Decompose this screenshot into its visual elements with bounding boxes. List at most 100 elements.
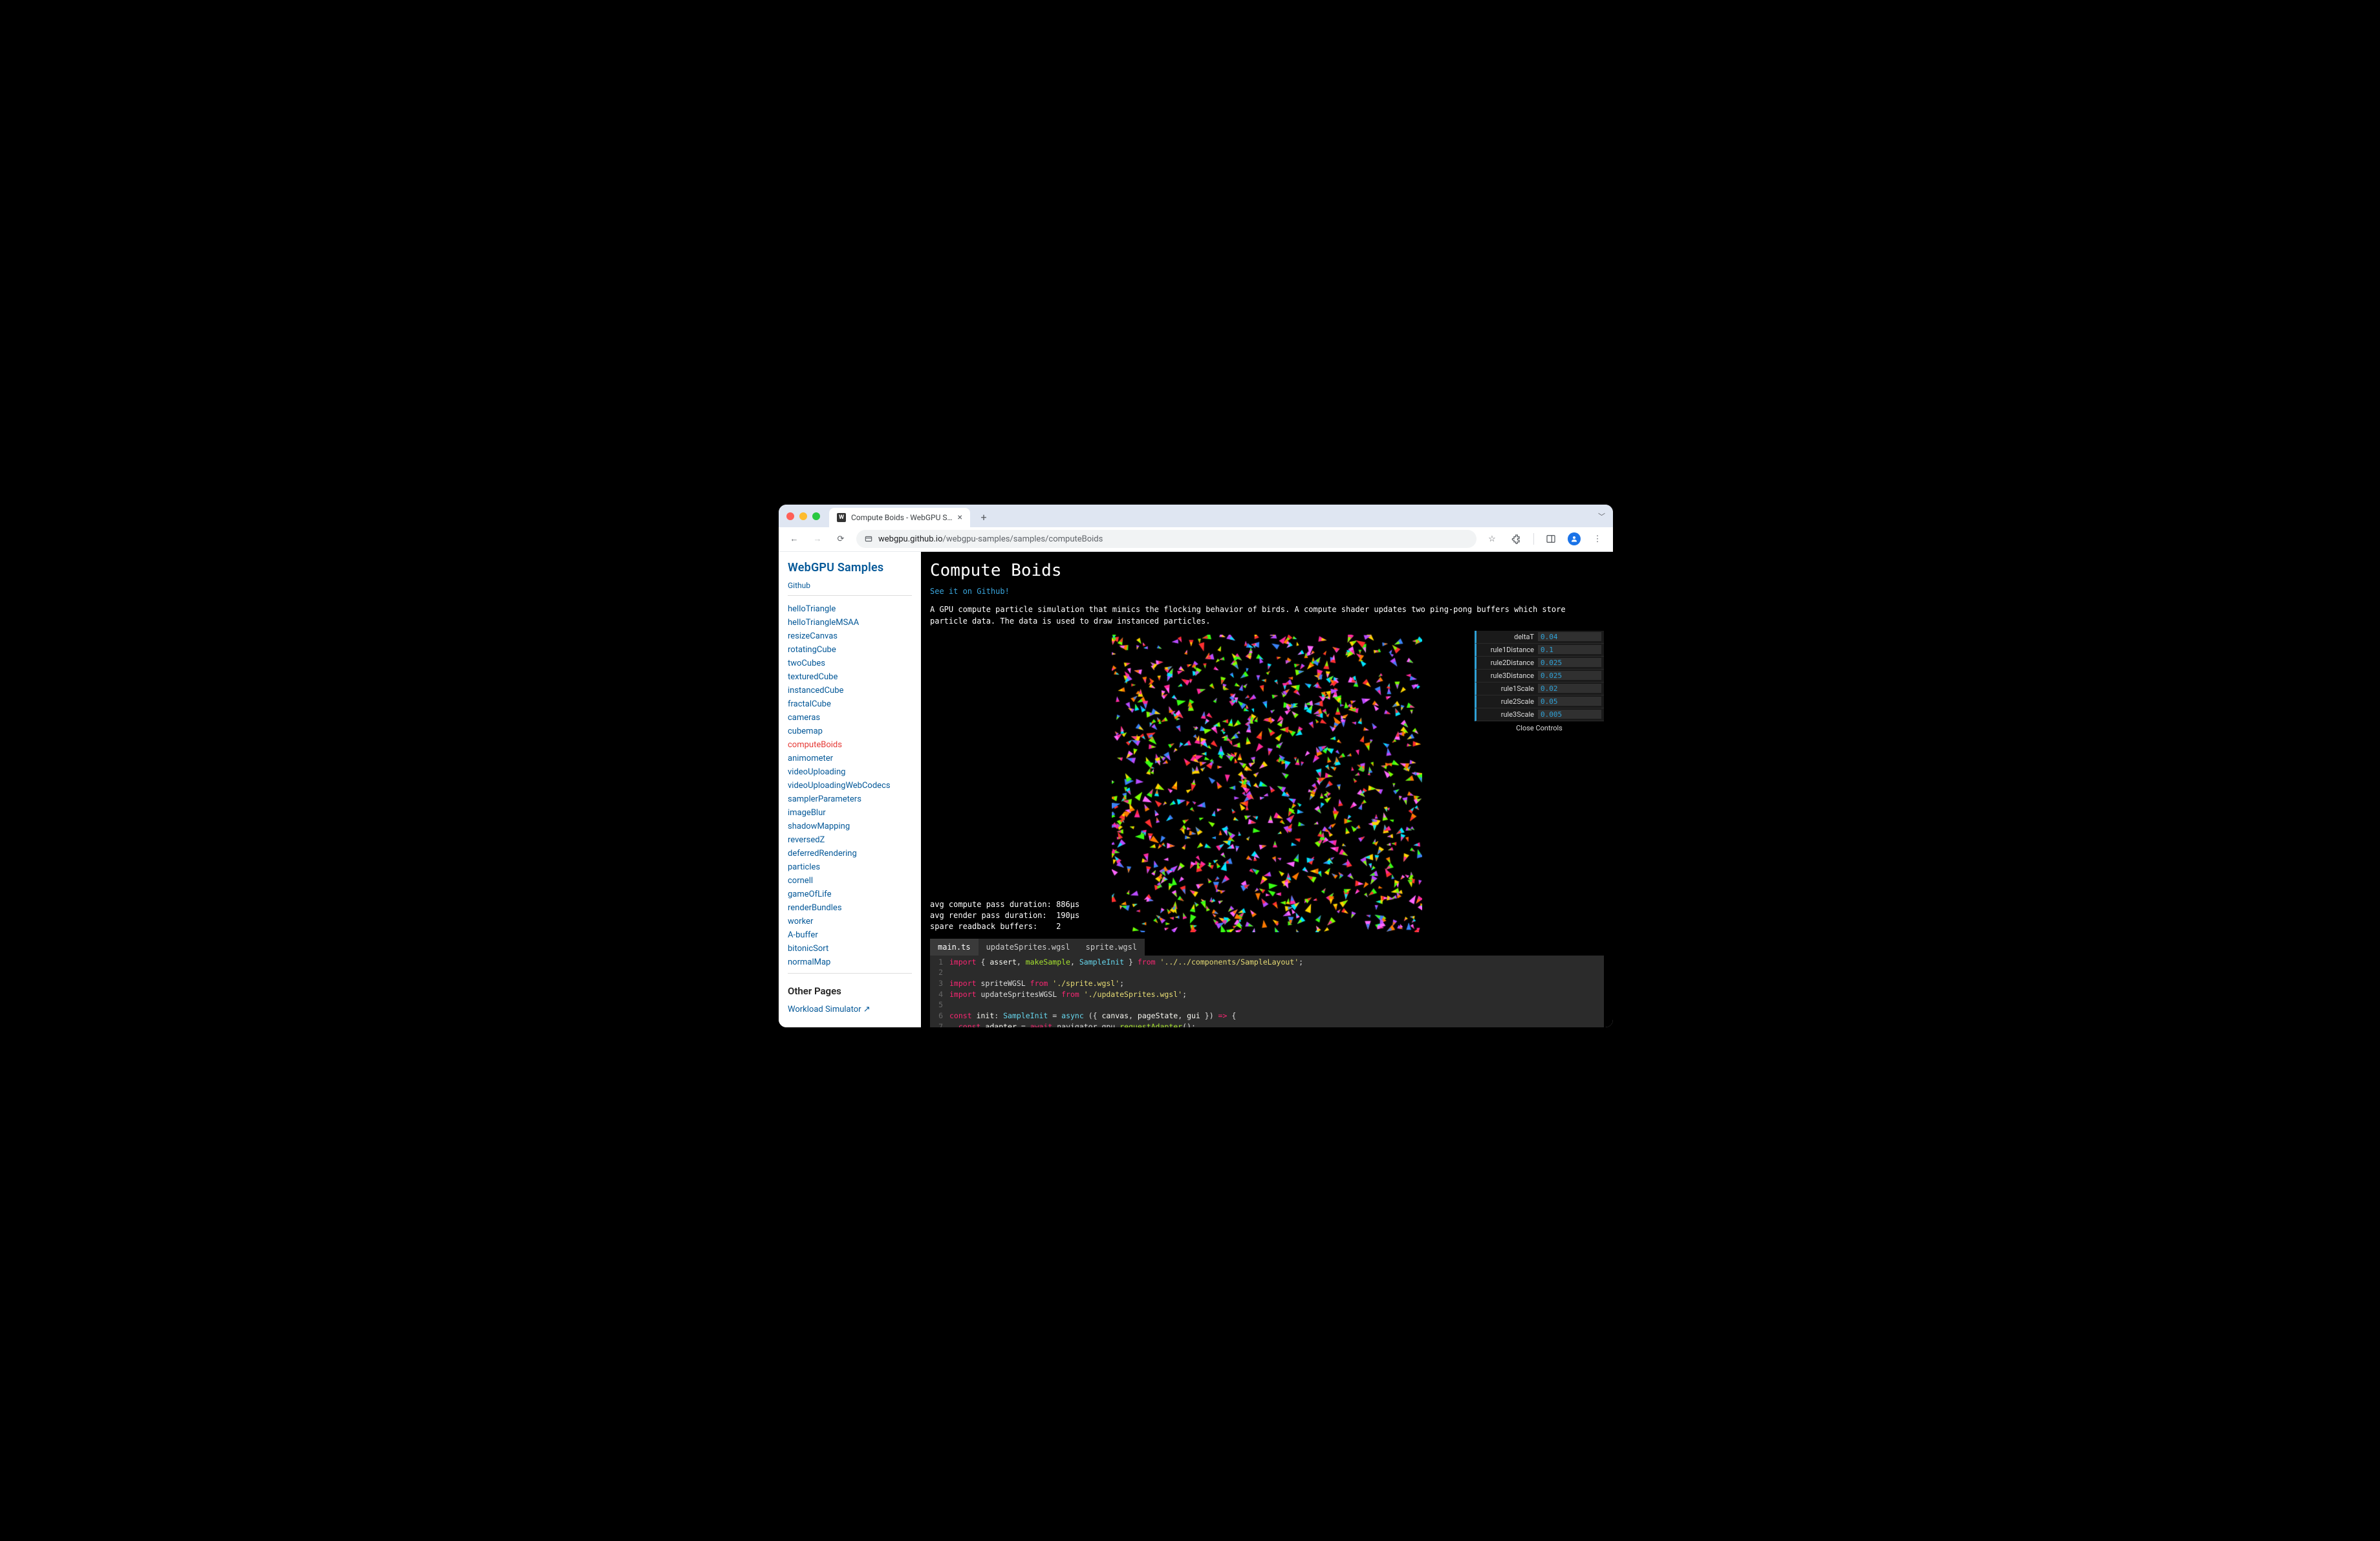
- menu-icon[interactable]: ⋮: [1590, 531, 1605, 547]
- sidebar-item-cameras[interactable]: cameras: [788, 711, 912, 725]
- forward-button[interactable]: →: [810, 531, 825, 547]
- sidebar-item-twoCubes[interactable]: twoCubes: [788, 657, 912, 670]
- code-line: 5: [930, 1000, 1604, 1011]
- page-description: A GPU compute particle simulation that m…: [930, 604, 1604, 627]
- sidebar-item-bitonicSort[interactable]: bitonicSort: [788, 942, 912, 956]
- sidebar-item-normalMap[interactable]: normalMap: [788, 956, 912, 969]
- sidebar-item-rotatingCube[interactable]: rotatingCube: [788, 643, 912, 657]
- sidebar-item-fractalCube[interactable]: fractalCube: [788, 697, 912, 711]
- control-rule1Distance: rule1Distance0.1: [1475, 644, 1604, 657]
- control-value-input[interactable]: 0.1: [1538, 645, 1601, 654]
- sidebar-divider: [788, 973, 912, 974]
- tab-close-icon[interactable]: ×: [958, 512, 962, 523]
- maximize-window-icon[interactable]: [812, 512, 820, 520]
- code-body[interactable]: 1import { assert, makeSample, SampleInit…: [930, 956, 1604, 1027]
- control-value-input[interactable]: 0.02: [1538, 684, 1601, 693]
- tab-title: Compute Boids - WebGPU S…: [851, 513, 953, 522]
- browser-window: W Compute Boids - WebGPU S… × + ﹀ ← → ⟳ …: [779, 505, 1613, 1027]
- sidebar-item-computeBoids[interactable]: computeBoids: [788, 738, 912, 752]
- browser-toolbar: ← → ⟳ webgpu.github.io/webgpu-samples/sa…: [779, 527, 1613, 552]
- sidebar-item-cubemap[interactable]: cubemap: [788, 725, 912, 738]
- control-label: rule3Distance: [1477, 672, 1538, 680]
- other-pages-heading: Other Pages: [788, 985, 912, 997]
- address-bar[interactable]: webgpu.github.io/webgpu-samples/samples/…: [856, 530, 1477, 548]
- code-line: 7 const adapter = await navigator.gpu.re…: [930, 1022, 1604, 1027]
- control-label: rule3Scale: [1477, 710, 1538, 719]
- browser-tab[interactable]: W Compute Boids - WebGPU S… ×: [829, 508, 970, 527]
- close-window-icon[interactable]: [786, 512, 794, 520]
- sidebar-item-shadowMapping[interactable]: shadowMapping: [788, 820, 912, 833]
- sidebar-item-videoUploading[interactable]: videoUploading: [788, 765, 912, 779]
- window-controls: [786, 512, 820, 520]
- simulation-canvas-wrap: [1112, 635, 1422, 932]
- code-line: 4import updateSpritesWGSL from './update…: [930, 989, 1604, 1000]
- sidebar-item-gameOfLife[interactable]: gameOfLife: [788, 888, 912, 901]
- tabs-dropdown-icon[interactable]: ﹀: [1598, 511, 1605, 521]
- tab-strip: W Compute Boids - WebGPU S… × + ﹀: [779, 505, 1613, 527]
- simulation-canvas: [1112, 635, 1422, 932]
- close-controls-button[interactable]: Close Controls: [1475, 721, 1604, 735]
- code-tab-bar: main.tsupdateSprites.wgslsprite.wgsl: [930, 939, 1604, 956]
- control-value-input[interactable]: 0.025: [1538, 658, 1601, 667]
- control-rule2Scale: rule2Scale0.05: [1475, 695, 1604, 708]
- control-label: rule2Distance: [1477, 659, 1538, 667]
- sidebar-item-renderBundles[interactable]: renderBundles: [788, 901, 912, 915]
- tab-favicon-icon: W: [837, 513, 846, 522]
- sidepanel-icon[interactable]: [1543, 531, 1559, 547]
- control-rule1Scale: rule1Scale0.02: [1475, 683, 1604, 695]
- controls-panel: deltaT0.04rule1Distance0.1rule2Distance0…: [1475, 631, 1604, 735]
- sidebar-item-deferredRendering[interactable]: deferredRendering: [788, 847, 912, 860]
- reload-button[interactable]: ⟳: [833, 531, 849, 547]
- sidebar-item-worker[interactable]: worker: [788, 915, 912, 928]
- control-label: rule1Scale: [1477, 684, 1538, 693]
- sidebar-item-animometer[interactable]: animometer: [788, 752, 912, 765]
- sidebar-divider: [788, 595, 912, 596]
- bookmark-icon[interactable]: ☆: [1484, 531, 1500, 547]
- code-line: 2: [930, 967, 1604, 978]
- control-value-input[interactable]: 0.005: [1538, 710, 1601, 719]
- code-line: 3import spriteWGSL from './sprite.wgsl';: [930, 978, 1604, 989]
- brand-title: WebGPU Samples: [788, 561, 912, 574]
- code-editor: main.tsupdateSprites.wgslsprite.wgsl 1im…: [930, 939, 1604, 1027]
- control-value-input[interactable]: 0.05: [1538, 697, 1601, 706]
- control-rule2Distance: rule2Distance0.025: [1475, 657, 1604, 670]
- code-tab-updateSprites.wgsl[interactable]: updateSprites.wgsl: [979, 939, 1078, 956]
- site-info-icon[interactable]: [864, 534, 873, 543]
- control-value-input[interactable]: 0.04: [1538, 632, 1601, 641]
- page-title: Compute Boids: [930, 561, 1604, 580]
- sidebar-item-cornell[interactable]: cornell: [788, 874, 912, 888]
- sidebar-item-imageBlur[interactable]: imageBlur: [788, 806, 912, 820]
- simulation-row: avg compute pass duration: 886µs avg ren…: [930, 631, 1604, 932]
- control-label: rule1Distance: [1477, 646, 1538, 654]
- toolbar-divider: [1533, 533, 1534, 545]
- code-line: 6const init: SampleInit = async ({ canva…: [930, 1011, 1604, 1022]
- back-button[interactable]: ←: [786, 531, 802, 547]
- minimize-window-icon[interactable]: [799, 512, 807, 520]
- sidebar-item-samplerParameters[interactable]: samplerParameters: [788, 792, 912, 806]
- sidebar-github-link[interactable]: Github: [788, 581, 912, 590]
- extensions-icon[interactable]: [1509, 531, 1524, 547]
- sidebar-item-helloTriangle[interactable]: helloTriangle: [788, 602, 912, 616]
- workload-simulator-link[interactable]: Workload Simulator ↗: [788, 1005, 912, 1014]
- see-on-github-link[interactable]: See it on Github!: [930, 587, 1604, 596]
- code-tab-main.ts[interactable]: main.ts: [930, 939, 979, 956]
- sidebar-item-instancedCube[interactable]: instancedCube: [788, 684, 912, 697]
- sidebar-item-texturedCube[interactable]: texturedCube: [788, 670, 912, 684]
- sidebar-item-resizeCanvas[interactable]: resizeCanvas: [788, 629, 912, 643]
- sidebar-item-reversedZ[interactable]: reversedZ: [788, 833, 912, 847]
- main-panel: Compute Boids See it on Github! A GPU co…: [921, 552, 1613, 1027]
- sample-list: helloTrianglehelloTriangleMSAAresizeCanv…: [788, 602, 912, 969]
- sidebar-item-A-buffer[interactable]: A-buffer: [788, 928, 912, 942]
- sidebar-item-videoUploadingWebCodecs[interactable]: videoUploadingWebCodecs: [788, 779, 912, 792]
- control-rule3Scale: rule3Scale0.005: [1475, 708, 1604, 721]
- control-value-input[interactable]: 0.025: [1538, 671, 1601, 680]
- stats-overlay: avg compute pass duration: 886µs avg ren…: [930, 899, 1079, 932]
- control-deltaT: deltaT0.04: [1475, 631, 1604, 644]
- new-tab-button[interactable]: +: [975, 509, 992, 526]
- profile-avatar[interactable]: [1568, 532, 1581, 545]
- sidebar-item-helloTriangleMSAA[interactable]: helloTriangleMSAA: [788, 616, 912, 629]
- sidebar-item-particles[interactable]: particles: [788, 860, 912, 874]
- control-label: rule2Scale: [1477, 697, 1538, 706]
- code-line: 1import { assert, makeSample, SampleInit…: [930, 957, 1604, 968]
- code-tab-sprite.wgsl[interactable]: sprite.wgsl: [1078, 939, 1145, 956]
